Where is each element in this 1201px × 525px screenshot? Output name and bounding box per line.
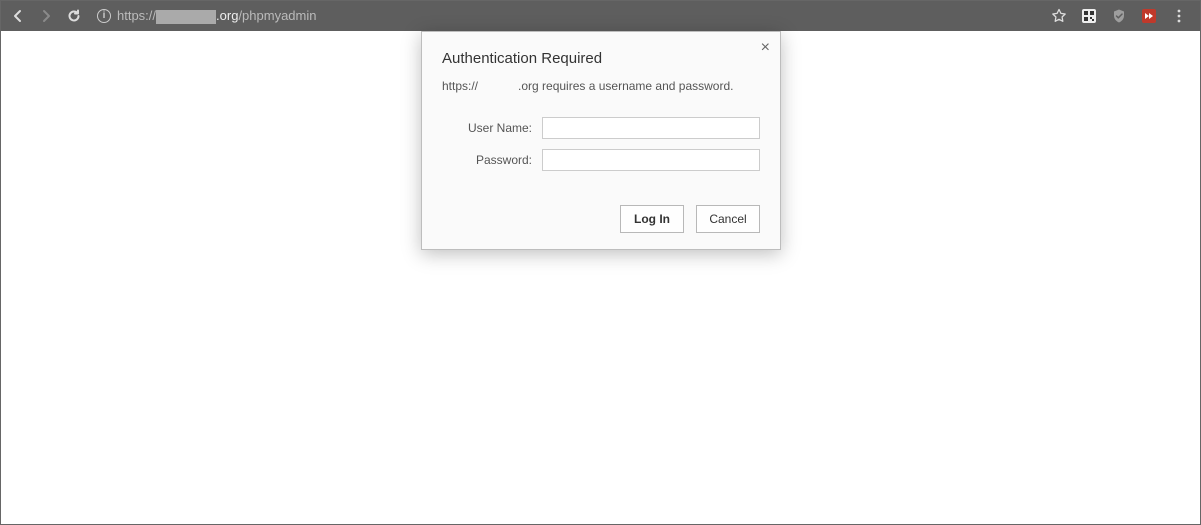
dialog-actions: Log In Cancel <box>442 205 760 233</box>
login-button[interactable]: Log In <box>620 205 684 233</box>
shield-icon[interactable] <box>1108 5 1130 27</box>
url-scheme: https:// <box>117 8 156 23</box>
url-path: /phpmyadmin <box>238 8 316 23</box>
forward-button[interactable] <box>35 5 57 27</box>
browser-toolbar: i https:// .org/phpmyadmin <box>1 1 1200 31</box>
dialog-message-prefix: https:// <box>442 79 478 93</box>
back-button[interactable] <box>7 5 29 27</box>
url-redacted-host <box>156 10 216 24</box>
dialog-message-redacted <box>478 80 518 90</box>
password-input[interactable] <box>542 149 760 171</box>
auth-dialog: × Authentication Required https:// .org r… <box>421 31 781 250</box>
menu-icon[interactable] <box>1168 5 1190 27</box>
username-row: User Name: <box>442 117 760 139</box>
password-row: Password: <box>442 149 760 171</box>
fastforward-extension-icon[interactable] <box>1138 5 1160 27</box>
url-domain-suffix: .org <box>216 8 238 23</box>
password-label: Password: <box>442 153 542 167</box>
qr-extension-icon[interactable] <box>1078 5 1100 27</box>
dialog-title: Authentication Required <box>442 50 760 67</box>
page-content: × Authentication Required https:// .org r… <box>1 31 1200 524</box>
dialog-message-suffix: .org requires a username and password. <box>518 79 733 93</box>
close-icon[interactable]: × <box>761 40 770 56</box>
bookmark-star-icon[interactable] <box>1048 5 1070 27</box>
username-label: User Name: <box>442 121 542 135</box>
dialog-message: https:// .org requires a username and pas… <box>442 79 760 93</box>
address-bar[interactable]: i https:// .org/phpmyadmin <box>91 4 1042 28</box>
url-text: https:// .org/phpmyadmin <box>117 8 316 24</box>
cancel-button[interactable]: Cancel <box>696 205 760 233</box>
toolbar-right-icons <box>1048 5 1194 27</box>
username-input[interactable] <box>542 117 760 139</box>
reload-button[interactable] <box>63 5 85 27</box>
site-info-icon[interactable]: i <box>97 9 111 23</box>
